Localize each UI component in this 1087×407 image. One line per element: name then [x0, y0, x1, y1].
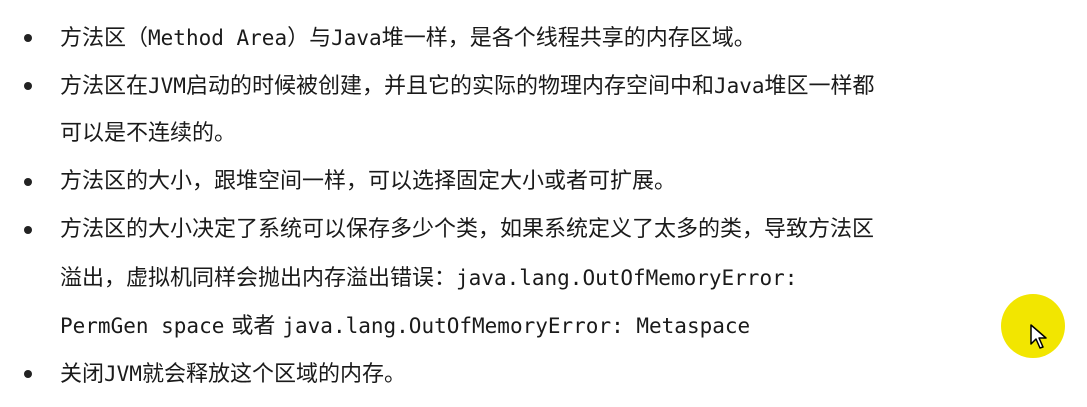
- bullet-dot: [24, 370, 32, 378]
- text-segment: 堆一样，是各个线程共享的内存区域。: [381, 26, 756, 51]
- bullet-item-released-on-jvm-close: 关闭JVM就会释放这个区域的内存。: [18, 350, 1078, 398]
- text-line: PermGen space 或者 java.lang.OutOfMemoryEr…: [18, 302, 1078, 350]
- text-line: 方法区的大小，跟堆空间一样，可以选择固定大小或者可扩展。: [60, 158, 1078, 206]
- bullet-dot: [24, 82, 32, 90]
- bullet-dot: [24, 178, 32, 186]
- text-segment: 方法区在: [60, 74, 149, 99]
- code-segment: Java: [331, 26, 382, 50]
- text-segment: 堆区一样都: [764, 74, 875, 99]
- bullet-item-method-area-shared: 方法区（Method Area）与Java堆一样，是各个线程共享的内存区域。: [18, 14, 1078, 62]
- text-segment: 方法区的大小决定了系统可以保存多少个类，如果系统定义了太多的类，导致方法区: [60, 217, 875, 242]
- code-segment: PermGen space: [60, 314, 225, 338]
- text-segment: ）与: [287, 26, 332, 51]
- code-segment: java.lang.OutOfMemoryError:: [456, 266, 798, 290]
- text-line: 溢出，虚拟机同样会抛出内存溢出错误：java.lang.OutOfMemoryE…: [60, 254, 1078, 302]
- text-segment: 方法区（: [60, 26, 149, 51]
- bullet-list: 方法区（Method Area）与Java堆一样，是各个线程共享的内存区域。 方…: [18, 14, 1078, 398]
- text-segment: 启动的时候被创建，并且它的实际的物理内存空间中和: [185, 74, 714, 99]
- bullet-item-size-configurable: 方法区的大小，跟堆空间一样，可以选择固定大小或者可扩展。: [18, 158, 1078, 206]
- text-segment: 关闭: [60, 362, 105, 387]
- code-segment: java.lang.OutOfMemoryError: Metaspace: [282, 314, 751, 338]
- text-line: 方法区在JVM启动的时候被创建，并且它的实际的物理内存空间中和Java堆区一样都: [60, 62, 1078, 110]
- text-line: 可以是不连续的。: [60, 110, 1078, 158]
- text-line: 关闭JVM就会释放这个区域的内存。: [60, 350, 1078, 398]
- text-segment: 或者: [224, 314, 283, 339]
- bullet-item-size-determines-classes: 方法区的大小决定了系统可以保存多少个类，如果系统定义了太多的类，导致方法区 溢出…: [18, 206, 1078, 350]
- code-segment: Method Area: [148, 26, 288, 50]
- text-segment: 方法区的大小，跟堆空间一样，可以选择固定大小或者可扩展。: [60, 169, 677, 194]
- bullet-item-created-at-jvm-start: 方法区在JVM启动的时候被创建，并且它的实际的物理内存空间中和Java堆区一样都…: [18, 62, 1078, 158]
- mouse-pointer-icon: [1030, 324, 1047, 349]
- bullet-dot: [24, 34, 32, 42]
- slide: 方法区（Method Area）与Java堆一样，是各个线程共享的内存区域。 方…: [0, 0, 1087, 407]
- text-line: 方法区的大小决定了系统可以保存多少个类，如果系统定义了太多的类，导致方法区: [60, 206, 1078, 254]
- code-segment: JVM: [104, 362, 142, 386]
- text-line: 方法区（Method Area）与Java堆一样，是各个线程共享的内存区域。: [60, 14, 1078, 62]
- code-segment: Java: [713, 74, 765, 98]
- text-segment: 就会释放这个区域的内存。: [141, 362, 406, 387]
- text-segment: 溢出，虚拟机同样会抛出内存溢出错误：: [60, 266, 457, 291]
- code-segment: JVM: [148, 74, 186, 98]
- bullet-dot: [24, 226, 32, 234]
- text-segment: 可以是不连续的。: [60, 121, 237, 146]
